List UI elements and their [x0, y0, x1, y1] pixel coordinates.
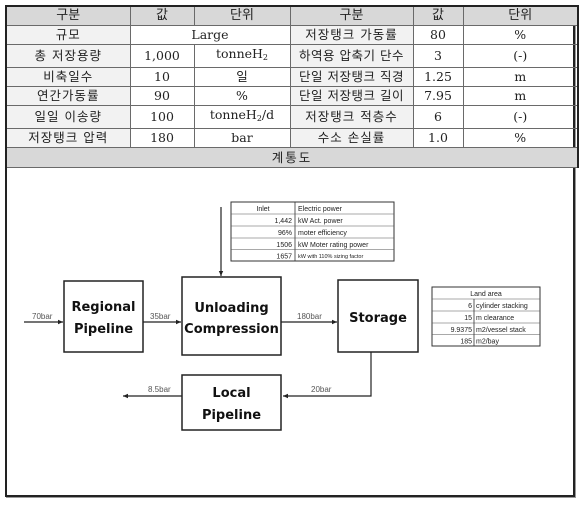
unloading-compression-label-line2: Compression: [184, 322, 279, 337]
power-table-desc: kW Act. power: [298, 218, 343, 225]
land-table-value: 6: [468, 303, 472, 310]
storage-box: Storage: [337, 279, 419, 353]
power-table-value: 96%: [278, 230, 292, 237]
local-pipeline-box: Local Pipeline: [181, 374, 282, 431]
unloading-compression-border: [181, 276, 282, 356]
local-pipeline-label-line2: Pipeline: [202, 408, 261, 423]
land-table-desc: cylinder stacking: [476, 303, 528, 310]
storage-label: Storage: [349, 311, 407, 326]
power-table-desc: kW with 110% sizing factor: [298, 254, 363, 260]
local-pipeline-label-line1: Local: [212, 386, 250, 401]
land-table-desc: m2/vessel stack: [476, 327, 526, 334]
regional-pipeline-border: [63, 280, 144, 353]
regional-outlet-pressure-label: 35bar: [150, 312, 171, 321]
inlet-pressure-label: 70bar: [32, 312, 53, 321]
storage-outlet-pressure-label: 20bar: [311, 385, 332, 394]
power-table-desc: kW Moter rating power: [298, 242, 369, 249]
land-table-value: 15: [464, 315, 472, 322]
power-table-desc: moter efficiency: [298, 230, 347, 237]
local-outlet-pressure-label: 8.5bar: [148, 385, 171, 394]
power-table-header-right: Electric power: [298, 206, 343, 213]
power-table-header-left: Inlet: [256, 206, 269, 213]
power-table: Inlet Electric power 1,442 kW Act. power…: [230, 201, 395, 262]
unloading-compression-label-line1: Unloading: [194, 301, 268, 316]
regional-pipeline-box: Regional Pipeline: [63, 280, 144, 353]
unloading-outlet-pressure-label: 180bar: [297, 312, 322, 321]
power-table-value: 1,442: [274, 218, 292, 225]
land-table-desc: m clearance: [476, 315, 514, 322]
regional-pipeline-label-line1: Regional: [71, 300, 135, 315]
power-table-value: 1657: [276, 254, 292, 261]
regional-pipeline-label-line2: Pipeline: [74, 322, 133, 337]
unloading-compression-box: Unloading Compression: [181, 276, 282, 356]
land-area-table: Land area 6 cylinder stacking 15 m clear…: [431, 286, 541, 347]
land-table-value: 185: [460, 339, 472, 346]
process-flow-diagram: Inlet Electric power 1,442 kW Act. power…: [24, 201, 541, 431]
power-table-value: 1506: [276, 242, 292, 249]
land-table-desc: m2/bay: [476, 339, 499, 346]
land-table-value: 9.9375: [451, 327, 473, 334]
land-table-header: Land area: [470, 291, 502, 298]
